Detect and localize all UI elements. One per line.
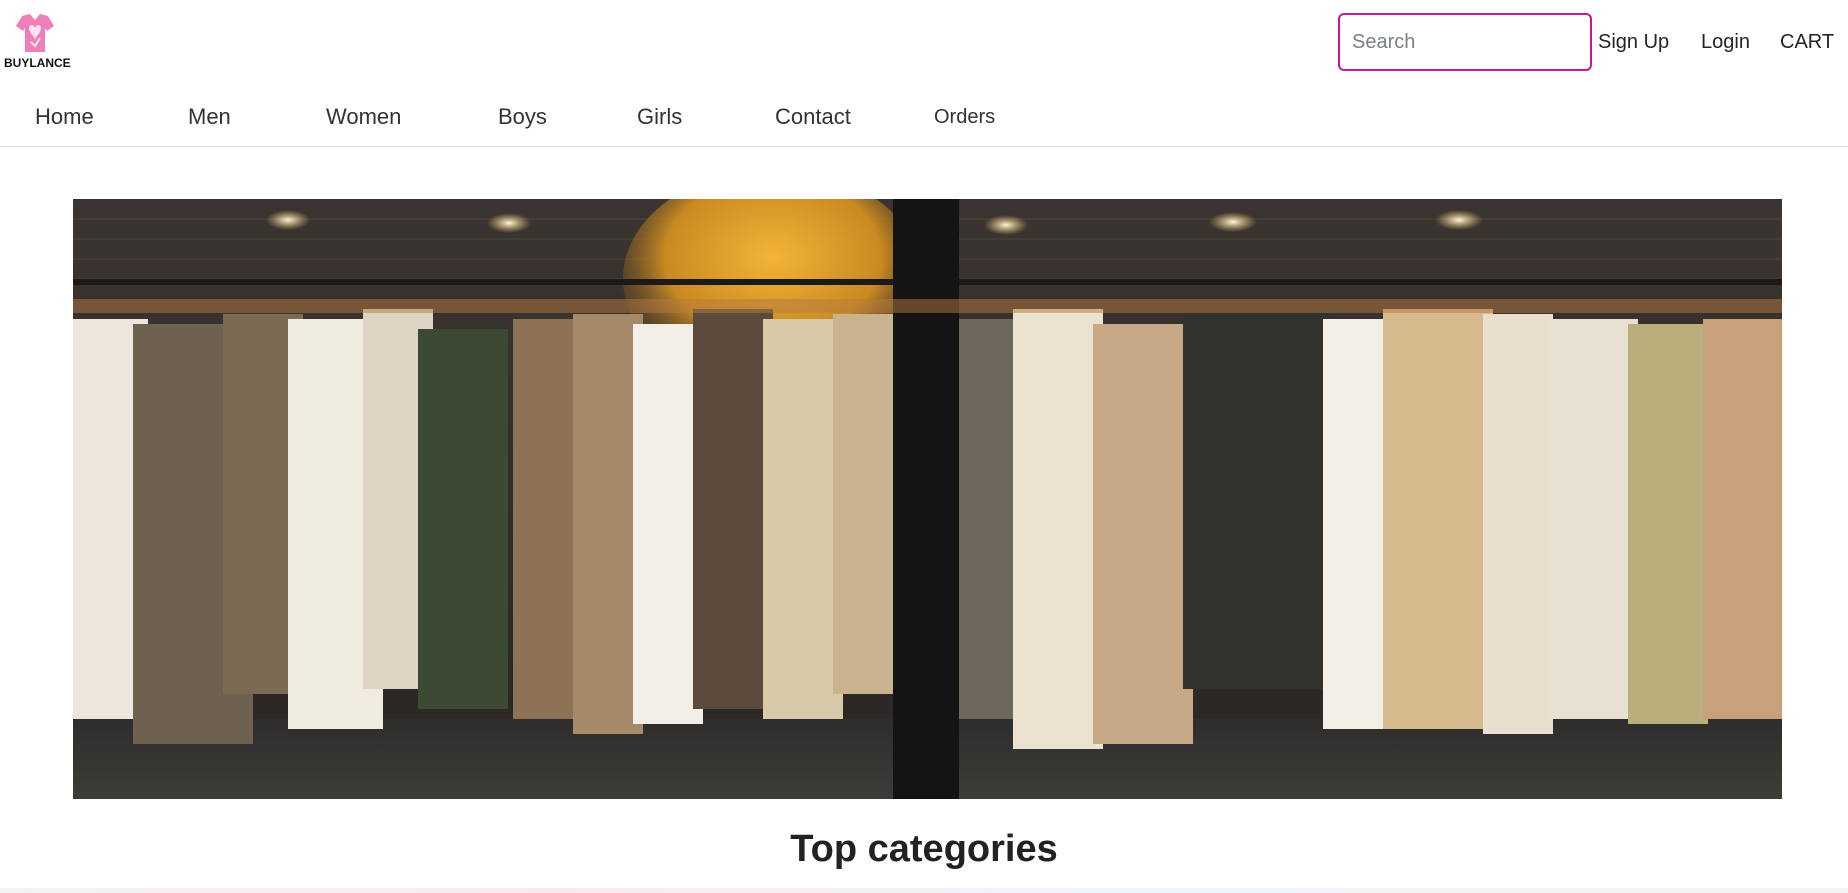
brand-logo[interactable]: BUYLANCE <box>4 12 71 74</box>
nav-item-orders[interactable]: Orders <box>934 106 995 129</box>
section-title: Top categories <box>790 828 1058 870</box>
sign-up-link[interactable]: Sign Up <box>1598 31 1669 54</box>
nav-item-men[interactable]: Men <box>188 104 231 130</box>
nav-item-boys[interactable]: Boys <box>498 104 547 130</box>
brand-name: BUYLANCE <box>4 56 71 70</box>
clothing-rack-illustration <box>73 199 1782 799</box>
nav-item-contact[interactable]: Contact <box>775 104 851 130</box>
main-nav: Home Men Women Boys Girls Contact Orders <box>0 88 1848 147</box>
nav-item-women[interactable]: Women <box>326 104 401 130</box>
login-link[interactable]: Login <box>1701 31 1750 54</box>
nav-item-home[interactable]: Home <box>35 104 94 130</box>
shirt-heart-icon <box>16 14 54 52</box>
cart-link[interactable]: CART <box>1780 31 1834 54</box>
hero-banner-image <box>73 199 1782 799</box>
section-divider <box>0 888 1848 893</box>
nav-item-girls[interactable]: Girls <box>637 104 682 130</box>
search-input[interactable] <box>1338 13 1592 71</box>
top-header: BUYLANCE Sign Up Login CART <box>0 0 1848 89</box>
